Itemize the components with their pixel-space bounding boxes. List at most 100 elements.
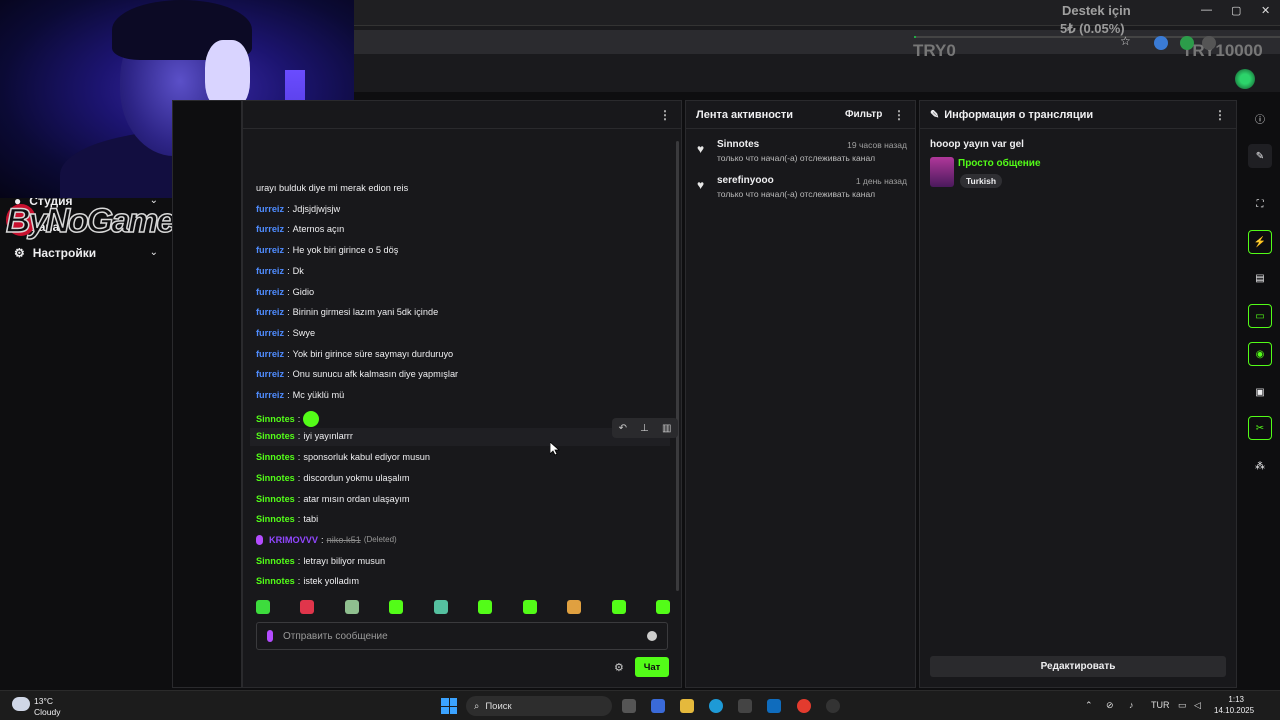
chat-scrollbar[interactable]: [676, 141, 679, 591]
extension-icon[interactable]: [1154, 36, 1168, 50]
chat-username[interactable]: furreiz: [256, 328, 284, 338]
quick-emote-icon[interactable]: [567, 600, 582, 614]
quick-emote-icon[interactable]: [344, 600, 359, 614]
chrome-icon[interactable]: [797, 699, 811, 713]
maximize-button[interactable]: ▢: [1231, 4, 1241, 17]
broadcast-icon[interactable]: ◉: [1248, 342, 1272, 366]
pin-icon[interactable]: ⊥: [640, 423, 649, 434]
clock-time[interactable]: 1:13: [1212, 695, 1244, 704]
windows-start-icon[interactable]: [441, 698, 457, 714]
chat-input[interactable]: [283, 630, 637, 642]
chat-text: Onu sunucu afk kalmasın diye yapmışlar: [292, 369, 459, 380]
chat-username[interactable]: furreiz: [256, 266, 284, 276]
cloud-icon[interactable]: [12, 697, 30, 711]
send-chat-button[interactable]: Чат: [635, 657, 669, 677]
heart-icon: ♥: [697, 178, 705, 192]
weather-temp[interactable]: 13°C: [34, 696, 53, 706]
chat-username[interactable]: furreiz: [256, 287, 284, 297]
chat-icon[interactable]: ▭: [1248, 304, 1272, 328]
reply-icon[interactable]: ↶: [619, 423, 627, 434]
chat-separator: :: [297, 514, 301, 525]
quick-emote-icon[interactable]: [256, 600, 270, 614]
nav-item-settings[interactable]: ⚙ Настройки: [14, 246, 96, 260]
chat-username[interactable]: Sinnotes: [256, 494, 295, 504]
microphone-icon[interactable]: ♪: [1129, 700, 1134, 710]
stream-category[interactable]: Просто общение: [958, 158, 1041, 169]
emoji-icon[interactable]: [647, 631, 657, 641]
wrench-icon[interactable]: ✂: [1248, 416, 1272, 440]
extensions-puzzle-icon[interactable]: [1202, 36, 1216, 50]
clipboard-icon[interactable]: ▤: [1248, 266, 1272, 290]
chat-username[interactable]: KRIMOVVV: [269, 535, 318, 545]
chat-username[interactable]: Sinnotes: [256, 431, 295, 441]
extension-icon[interactable]: [1180, 36, 1194, 50]
outlook-icon[interactable]: [767, 699, 781, 713]
minimize-button[interactable]: —: [1201, 4, 1212, 16]
quick-emote-icon[interactable]: [433, 600, 448, 614]
deleted-tag: (Deleted): [363, 535, 397, 545]
trash-icon[interactable]: ▥: [662, 423, 671, 434]
more-icon[interactable]: ⋮: [1214, 108, 1226, 122]
more-icon[interactable]: ⋮: [659, 108, 671, 122]
chat-username[interactable]: furreiz: [256, 390, 284, 400]
address-bar[interactable]: [354, 30, 1280, 54]
widgets-icon[interactable]: [651, 699, 665, 713]
chat-message: Sinnotes: iyi yayınlarrr: [256, 431, 353, 441]
more-icon[interactable]: ⋮: [893, 108, 905, 122]
clock-date[interactable]: 14.10.2025: [1214, 706, 1254, 715]
chat-username[interactable]: furreiz: [256, 349, 284, 359]
expand-icon[interactable]: ⛶: [1248, 192, 1272, 216]
quick-emote-icon[interactable]: [389, 600, 404, 614]
keyboard-language[interactable]: TUR: [1151, 700, 1170, 710]
quick-emote-icon[interactable]: [478, 600, 493, 614]
chat-text: tabi: [303, 514, 319, 525]
chat-input-box[interactable]: [256, 622, 668, 650]
language-tag: Turkish: [960, 174, 1003, 188]
chat-username[interactable]: furreiz: [256, 307, 284, 317]
chat-username[interactable]: Sinnotes: [256, 414, 295, 424]
obs-icon[interactable]: [826, 699, 840, 713]
edge-icon[interactable]: [709, 699, 723, 713]
activity-user[interactable]: serefinyooo: [717, 175, 774, 186]
chat-username[interactable]: furreiz: [256, 245, 284, 255]
chat-username[interactable]: Sinnotes: [256, 514, 295, 524]
star-icon[interactable]: ☆: [1120, 34, 1134, 48]
quick-emote-icon[interactable]: [300, 600, 315, 614]
volume-icon[interactable]: ◁: [1194, 700, 1201, 711]
bolt-icon[interactable]: ⚡: [1248, 230, 1272, 254]
chevron-down-icon[interactable]: ⌄: [150, 247, 158, 258]
tab-strip[interactable]: [354, 0, 1280, 26]
layers-icon[interactable]: ▣: [1248, 380, 1272, 404]
quick-emote-icon[interactable]: [522, 600, 537, 614]
chat-separator: :: [287, 224, 290, 235]
chat-username[interactable]: Sinnotes: [256, 576, 295, 586]
profile-avatar[interactable]: [1235, 69, 1255, 89]
close-button[interactable]: ✕: [1261, 4, 1270, 17]
share-icon[interactable]: ⁂: [1248, 454, 1272, 478]
chat-separator: :: [297, 555, 301, 566]
filter-button[interactable]: Фильтр: [845, 109, 882, 120]
pencil-icon[interactable]: ✎: [1248, 144, 1272, 168]
chat-username[interactable]: furreiz: [256, 369, 284, 379]
chat-username[interactable]: Sinnotes: [256, 556, 295, 566]
info-icon[interactable]: ⓘ: [1248, 106, 1272, 130]
chat-username[interactable]: Sinnotes: [256, 452, 295, 462]
chat-message: urayı bulduk diye mi merak edion reis: [256, 183, 408, 193]
tray-chevron-icon[interactable]: ⌃: [1085, 700, 1093, 711]
quick-emote-icon[interactable]: [655, 600, 670, 614]
chat-username[interactable]: furreiz: [256, 204, 284, 214]
store-icon[interactable]: [738, 699, 752, 713]
chat-username[interactable]: furreiz: [256, 224, 284, 234]
activity-user[interactable]: Sinnotes: [717, 139, 759, 150]
weather-desc[interactable]: Cloudy: [34, 707, 60, 717]
quick-emote-icon[interactable]: [611, 600, 626, 614]
file-explorer-icon[interactable]: [680, 699, 694, 713]
chat-settings-icon[interactable]: ⚙: [614, 661, 624, 674]
task-view-icon[interactable]: [622, 699, 636, 713]
network-icon[interactable]: ▭: [1178, 700, 1187, 711]
chat-message: furreiz: Jdjsjdjwjsjw: [256, 204, 340, 214]
taskbar-search[interactable]: ⌕ Поиск: [466, 696, 612, 716]
edit-button[interactable]: Редактировать: [930, 656, 1226, 677]
chat-username[interactable]: Sinnotes: [256, 473, 295, 483]
tray-app-icon[interactable]: ⊘: [1106, 700, 1114, 711]
